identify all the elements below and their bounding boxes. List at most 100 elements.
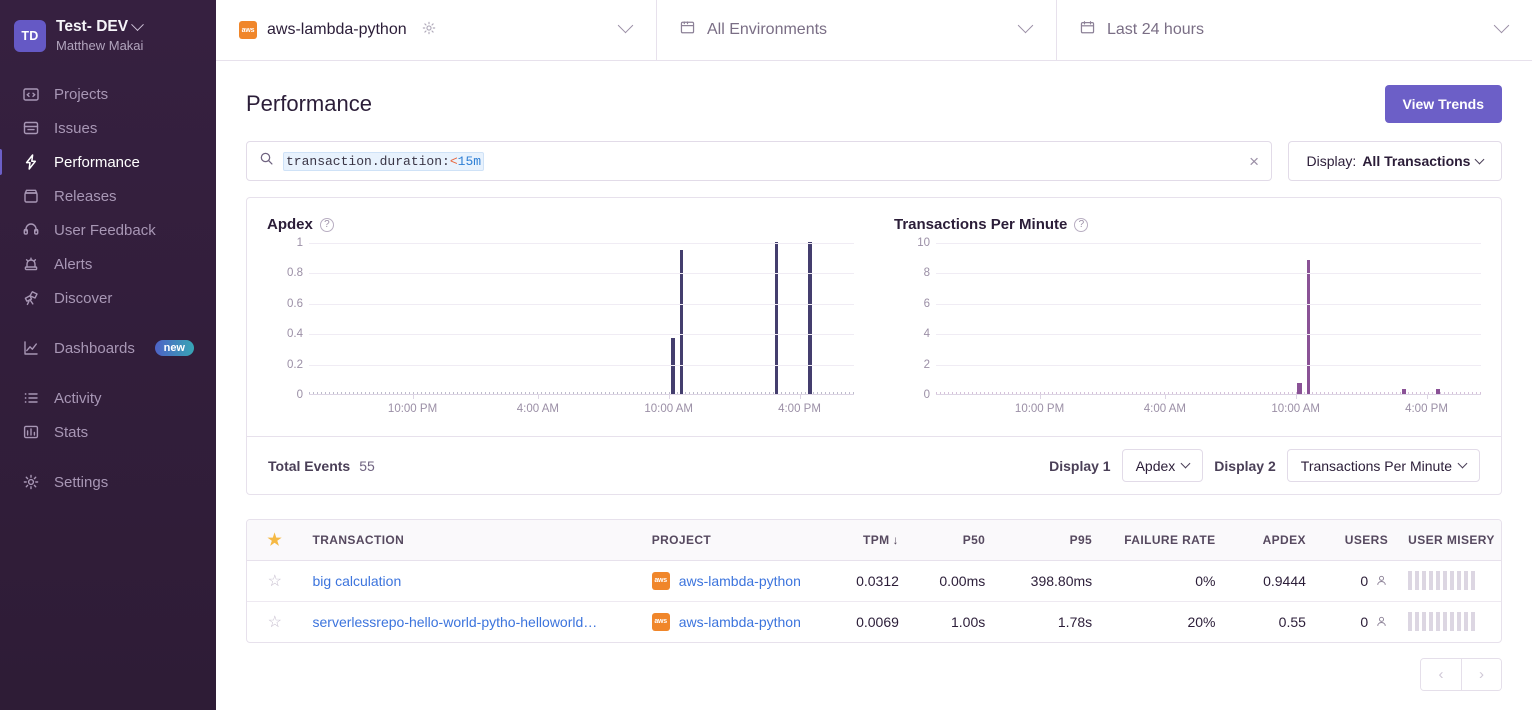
misery-bar xyxy=(1464,612,1469,632)
y-axis-tick-label: 10 xyxy=(917,237,930,249)
column-header-apdex[interactable]: APDEX xyxy=(1225,520,1316,561)
list-icon xyxy=(22,389,40,407)
help-icon[interactable]: ? xyxy=(319,217,334,232)
sidebar-item-activity[interactable]: Activity xyxy=(0,381,216,415)
view-trends-button[interactable]: View Trends xyxy=(1384,85,1502,123)
star-empty-icon[interactable]: ☆ xyxy=(268,573,282,590)
tpm-plot: 0 2 4 6 8 10 10:00 PM 4:00 AM 10:00 AM 4:00 PM xyxy=(894,237,1481,418)
star-empty-icon[interactable]: ☆ xyxy=(268,614,282,631)
cell-apdex: 0.55 xyxy=(1278,613,1306,630)
clear-search-icon[interactable]: × xyxy=(1249,153,1259,170)
sidebar-item-discover[interactable]: Discover xyxy=(0,281,216,315)
sidebar-item-releases[interactable]: Releases xyxy=(0,179,216,213)
apdex-y-axis: 0 0.2 0.4 0.6 0.8 1 xyxy=(267,237,303,401)
help-icon[interactable]: ? xyxy=(1074,217,1089,232)
gridline xyxy=(309,334,854,336)
sidebar-item-stats[interactable]: Stats xyxy=(0,415,216,449)
main-area: aws aws-lambda-python All Environments L… xyxy=(216,0,1532,710)
time-range-dropdown-caret[interactable] xyxy=(1493,17,1510,39)
lightning-bolt-icon xyxy=(22,153,40,171)
project-settings-gear-icon[interactable] xyxy=(421,20,437,41)
cell-users: 0 xyxy=(1315,560,1399,602)
chevron-down-icon xyxy=(1180,458,1191,469)
x-axis-tick-label: 10:00 PM xyxy=(1014,403,1065,415)
y-axis-tick-label: 4 xyxy=(923,328,930,341)
apdex-chart: Apdex ? 0 0.2 0.4 0.6 0.8 1 10:00 PM 4:00 AM 10… xyxy=(247,198,874,436)
column-header-tpm[interactable]: TPM ↓ xyxy=(828,520,909,561)
project-link[interactable]: aws-lambda-python xyxy=(679,614,801,630)
x-axis-tick-label: 10:00 AM xyxy=(1271,403,1320,415)
column-header-users[interactable]: USERS xyxy=(1315,520,1399,561)
total-events-value: 55 xyxy=(359,457,375,474)
chart-bar xyxy=(807,242,812,394)
dashboards-new-badge: new xyxy=(154,340,194,357)
aws-platform-icon: aws xyxy=(239,21,257,39)
cell-star[interactable]: ☆ xyxy=(247,560,303,602)
misery-bar xyxy=(1471,571,1476,590)
x-axis-tick xyxy=(799,395,801,399)
display-2-dropdown[interactable]: Transactions Per Minute xyxy=(1286,449,1480,482)
users-value-group: 0 xyxy=(1326,614,1388,630)
search-query-token[interactable]: transaction.duration:<15m xyxy=(283,151,485,171)
sidebar-item-issues[interactable]: Issues xyxy=(0,111,216,145)
sidebar-item-performance[interactable]: Performance xyxy=(0,145,216,179)
gridline xyxy=(936,273,1481,275)
misery-bar xyxy=(1429,571,1434,590)
tpm-plot-area xyxy=(936,243,1481,395)
aws-platform-icon: aws xyxy=(651,612,670,631)
x-axis-tick-label: 4:00 AM xyxy=(516,403,559,415)
environment-selector[interactable]: All Environments xyxy=(656,0,1056,61)
column-header-p95[interactable]: P95 xyxy=(995,520,1103,561)
gridline xyxy=(936,364,1481,366)
tpm-y-axis: 0 2 4 6 8 10 xyxy=(894,237,930,401)
cell-project: aws aws-lambda-python xyxy=(641,560,829,602)
org-switcher[interactable]: TD Test- DEV Matthew Makai xyxy=(0,12,216,61)
display-filter-dropdown[interactable]: Display: All Transactions xyxy=(1288,141,1502,181)
sidebar-item-dashboards[interactable]: Dashboards new xyxy=(0,331,216,365)
x-axis-tick xyxy=(1039,395,1041,399)
project-dropdown-caret[interactable] xyxy=(617,17,634,39)
transactions-table-panel: ★ TRANSACTION PROJECT TPM ↓ P50 P95 FAILU… xyxy=(246,519,1502,643)
pagination-prev-button[interactable]: ‹ xyxy=(1421,659,1461,690)
cell-p50: 0.00ms xyxy=(908,560,996,602)
y-axis-tick-label: 0.2 xyxy=(287,358,303,371)
misery-bar xyxy=(1457,612,1462,632)
column-header-p50[interactable]: P50 xyxy=(908,520,996,561)
cell-p50: 1.00s xyxy=(951,613,986,630)
column-header-transaction[interactable]: TRANSACTION xyxy=(302,520,642,561)
sidebar-item-label: Settings xyxy=(54,473,109,491)
transaction-link[interactable]: big calculation xyxy=(313,573,402,589)
tpm-chart-title: Transactions Per Minute ? xyxy=(894,216,1481,233)
issues-stack-icon xyxy=(22,119,40,137)
sidebar-item-settings[interactable]: Settings xyxy=(0,465,216,499)
search-input[interactable]: transaction.duration:<15m × xyxy=(246,141,1272,181)
sidebar-item-alerts[interactable]: Alerts xyxy=(0,247,216,281)
sidebar-item-projects[interactable]: Projects xyxy=(0,77,216,111)
chart-title-text: Apdex xyxy=(267,216,313,233)
transaction-link[interactable]: serverlessrepo-hello-world-pytho-hellowo… xyxy=(313,614,598,630)
page-header: Performance View Trends xyxy=(246,61,1502,141)
display-1-dropdown[interactable]: Apdex xyxy=(1121,449,1204,482)
cell-star[interactable]: ☆ xyxy=(247,601,303,642)
org-username: Matthew Makai xyxy=(56,37,144,53)
misery-bar xyxy=(1422,571,1427,590)
time-range-selector[interactable]: Last 24 hours xyxy=(1056,0,1532,61)
column-header-user-misery[interactable]: USER MISERY xyxy=(1398,520,1501,561)
cell-user-misery xyxy=(1398,560,1501,602)
cell-transaction: big calculation xyxy=(302,560,642,602)
cell-tpm: 0.0312 xyxy=(828,560,909,602)
column-header-failure-rate[interactable]: FAILURE RATE xyxy=(1102,520,1226,561)
environment-dropdown-caret[interactable] xyxy=(1017,17,1034,39)
project-selector[interactable]: aws aws-lambda-python xyxy=(216,0,656,61)
column-header-project[interactable]: PROJECT xyxy=(641,520,829,561)
y-axis-tick-label: 2 xyxy=(923,358,930,371)
project-link[interactable]: aws-lambda-python xyxy=(679,573,801,589)
column-header-star[interactable]: ★ xyxy=(247,520,303,561)
y-axis-tick-label: 0.4 xyxy=(287,328,303,341)
x-axis-tick-label: 4:00 PM xyxy=(778,403,821,415)
column-header-tpm-label: TPM xyxy=(862,532,890,547)
pagination-next-button[interactable]: › xyxy=(1461,659,1501,690)
search-icon xyxy=(259,151,274,171)
table-header-row: ★ TRANSACTION PROJECT TPM ↓ P50 P95 FAILU… xyxy=(247,520,1501,561)
sidebar-item-user-feedback[interactable]: User Feedback xyxy=(0,213,216,247)
